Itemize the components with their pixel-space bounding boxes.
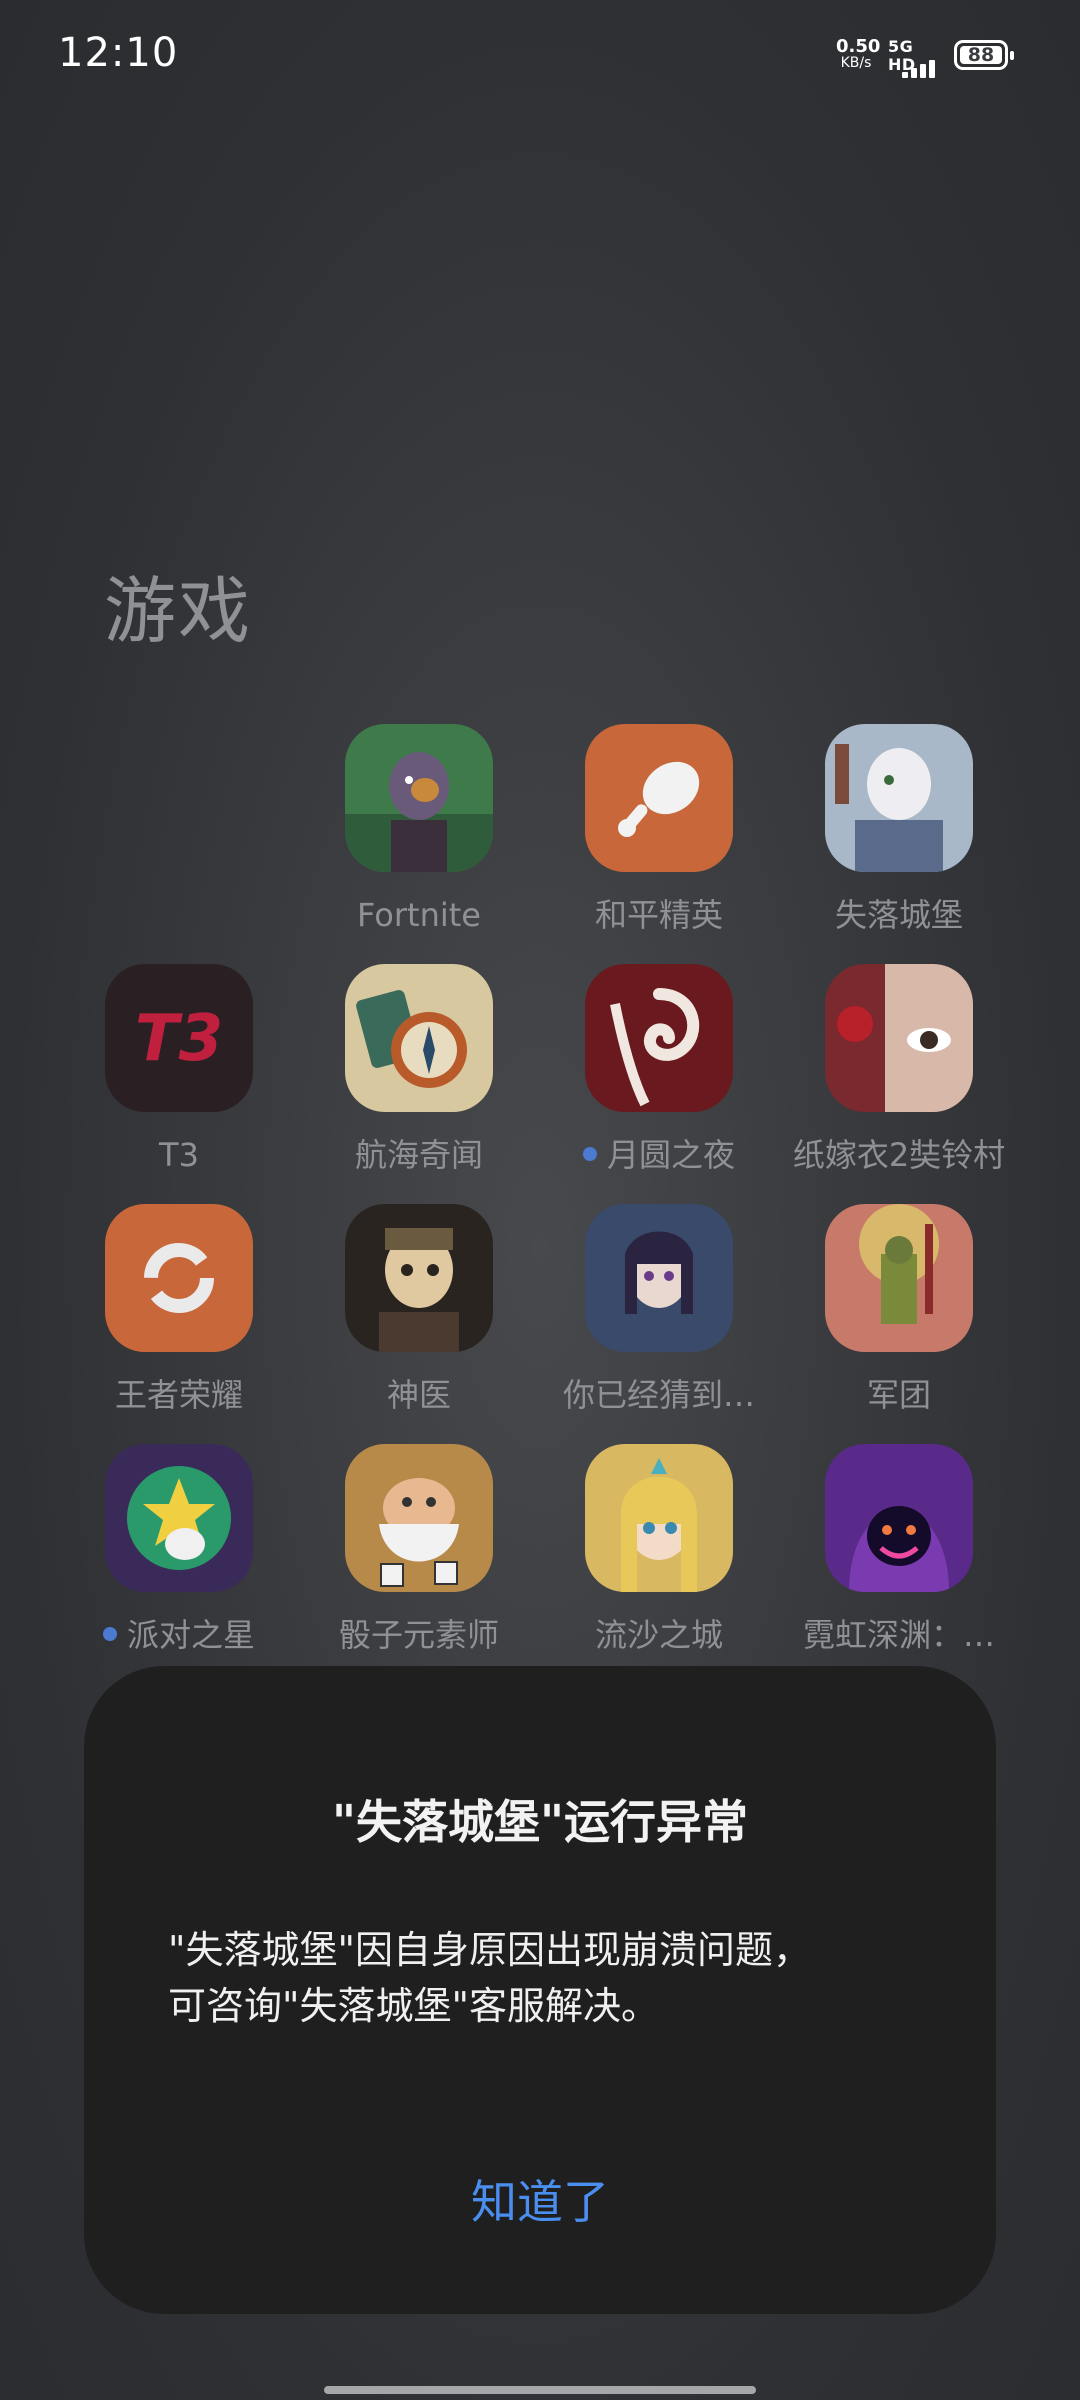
got-it-button[interactable]: 知道了 xyxy=(84,2166,996,2232)
app-label: 流沙之城 xyxy=(594,1616,723,1654)
fortnite-icon xyxy=(345,724,493,872)
app-yueyuan[interactable]: 月圆之夜 xyxy=(549,964,769,1176)
app-label: 王者荣耀 xyxy=(114,1376,243,1414)
app-label: 军团 xyxy=(866,1376,931,1414)
dialog-title: "失落城堡"运行异常 xyxy=(332,1795,748,1849)
app-label: 霓虹深渊：… xyxy=(802,1616,995,1654)
app-neon-abyss[interactable]: 霓虹深渊：… xyxy=(789,1444,1009,1656)
app-label: T3 xyxy=(159,1136,199,1174)
app-label: 骰子元素师 xyxy=(338,1616,499,1654)
neon-hood-icon xyxy=(825,1444,973,1592)
blonde-girl-icon xyxy=(585,1444,733,1592)
app-quicksand-city[interactable]: 流沙之城 xyxy=(549,1444,769,1656)
clock: 12:10 xyxy=(58,30,179,76)
swirl-icon xyxy=(585,964,733,1112)
dialog-message: "失落城堡"因自身原因出现崩溃问题， 可咨询"失落城堡"客服解决。 xyxy=(168,1922,926,2034)
app-hanghai[interactable]: 航海奇闻 xyxy=(309,964,529,1176)
app-label: 失落城堡 xyxy=(834,896,963,934)
app-label: 和平精英 xyxy=(594,896,723,934)
network-speed: 0.50 KB/s xyxy=(836,36,881,72)
network-speed-value: 0.50 xyxy=(836,36,881,57)
app-dice-wizard[interactable]: 骰子元素师 xyxy=(309,1444,529,1656)
signal-indicator: 5G HD xyxy=(888,38,940,78)
drumstick-icon xyxy=(585,724,733,872)
app-peace-elite[interactable]: 和平精英 xyxy=(549,724,769,936)
new-badge-dot xyxy=(102,1627,117,1641)
app-label: 航海奇闻 xyxy=(354,1136,483,1174)
lost-castle-icon xyxy=(825,724,973,872)
app-lost-castle[interactable]: 失落城堡 xyxy=(789,724,1009,936)
app-label: 纸嫁衣2奘铃村 xyxy=(792,1136,1006,1174)
party-star-icon xyxy=(105,1444,253,1592)
dice-wizard-icon xyxy=(345,1444,493,1592)
svg-text:T3: T3 xyxy=(135,1002,223,1076)
doctor-icon xyxy=(345,1204,493,1352)
t3-icon: T3 xyxy=(105,964,253,1112)
crash-dialog: "失落城堡"运行异常 "失落城堡"因自身原因出现崩溃问题， 可咨询"失落城堡"客… xyxy=(84,1666,996,2314)
app-label: 神医 xyxy=(386,1376,451,1414)
app-shenyi[interactable]: 神医 xyxy=(309,1204,529,1416)
app-label: 月圆之夜 xyxy=(549,1134,769,1176)
status-bar: 12:10 0.50 KB/s 5G HD 88 xyxy=(0,0,1080,110)
refresh-icon xyxy=(105,1204,253,1352)
app-label-text: 派对之星 xyxy=(126,1616,255,1654)
app-honor-of-kings[interactable]: 王者荣耀 xyxy=(69,1204,289,1416)
battery-level: 88 xyxy=(967,44,995,66)
network-speed-unit: KB/s xyxy=(840,55,872,71)
app-label-text: 月圆之夜 xyxy=(606,1136,735,1174)
app-label: Fortnite xyxy=(357,896,481,934)
app-fortnite[interactable]: Fortnite xyxy=(309,724,529,936)
compass-icon xyxy=(345,964,493,1112)
home-indicator[interactable] xyxy=(324,2386,756,2394)
app-zhijiayi[interactable]: 纸嫁衣2奘铃村 xyxy=(789,964,1009,1176)
battery-icon: 88 xyxy=(954,40,1014,70)
dialog-message-line-1: "失落城堡"因自身原因出现崩溃问题， xyxy=(168,1928,811,1972)
app-label: 派对之星 xyxy=(69,1614,289,1656)
app-legion[interactable]: 军团 xyxy=(789,1204,1009,1416)
dialog-message-line-2: 可咨询"失落城堡"客服解决。 xyxy=(168,1984,659,2028)
new-badge-dot xyxy=(582,1147,597,1161)
app-label: 你已经猜到… xyxy=(562,1376,755,1414)
face-icon xyxy=(825,964,973,1112)
anime-girl-icon xyxy=(585,1204,733,1352)
app-t3[interactable]: T3 T3 xyxy=(69,964,289,1176)
folder-title: 游戏 xyxy=(104,569,253,653)
legion-icon xyxy=(825,1204,973,1352)
app-party-star[interactable]: 派对之星 xyxy=(69,1444,289,1656)
app-guessed[interactable]: 你已经猜到… xyxy=(549,1204,769,1416)
